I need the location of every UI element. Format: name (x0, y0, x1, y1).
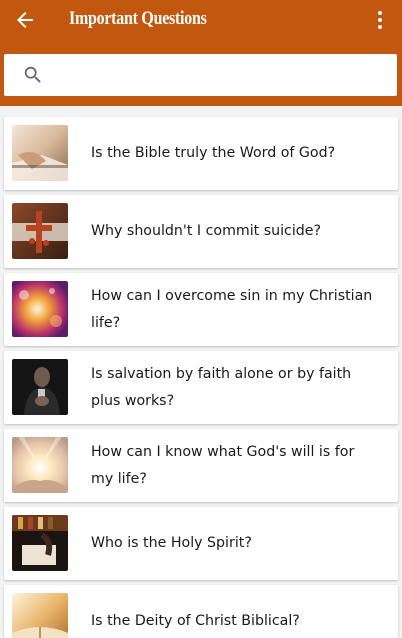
question-text: Why shouldn't I commit suicide? (91, 223, 322, 239)
list-item[interactable]: Is salvation by faith alone or by faith … (4, 351, 398, 424)
question-text: How can I overcome sin in my Christian l… (91, 287, 373, 331)
thumbnail-image (12, 515, 68, 571)
page-title: Important Questions (69, 8, 207, 29)
question-text: Is salvation by faith alone or by faith … (91, 365, 352, 409)
questions-list[interactable]: Is the Bible truly the Word of God? Why … (0, 106, 402, 638)
thumbnail-image (12, 125, 68, 181)
search-bar[interactable] (4, 54, 397, 96)
question-text: How can I know what God's will is for my… (91, 443, 355, 487)
list-item[interactable]: How can I know what God's will is for my… (4, 429, 398, 502)
more-vert-icon (378, 11, 382, 29)
thumbnail-image (12, 593, 68, 638)
thumbnail-image (12, 281, 68, 337)
list-item[interactable]: Why shouldn't I commit suicide? (4, 195, 398, 268)
app-bar: Important Questions (0, 0, 402, 106)
list-item[interactable]: Is the Deity of Christ Biblical? (4, 585, 398, 638)
thumbnail-image (12, 203, 68, 259)
question-text: Is the Deity of Christ Biblical? (91, 613, 300, 629)
list-item[interactable]: Is the Bible truly the Word of God? (4, 117, 398, 190)
back-button[interactable] (10, 5, 40, 35)
thumbnail-image (12, 359, 68, 415)
overflow-menu-button[interactable] (368, 6, 392, 34)
arrow-left-icon (17, 12, 33, 28)
question-text: Is the Bible truly the Word of God? (91, 145, 336, 161)
thumbnail-image (12, 437, 68, 493)
search-icon (24, 66, 41, 83)
question-text: Who is the Holy Spirit? (91, 535, 252, 551)
search-input[interactable] (52, 60, 387, 90)
list-item[interactable]: How can I overcome sin in my Christian l… (4, 273, 398, 346)
list-item[interactable]: Who is the Holy Spirit? (4, 507, 398, 580)
